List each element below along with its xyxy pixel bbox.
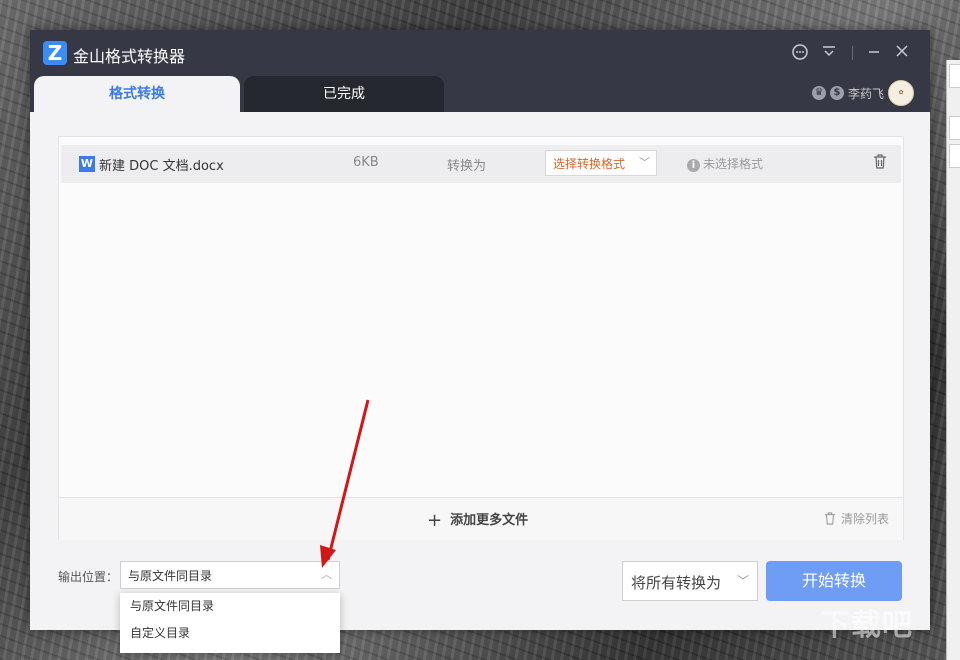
annotation-arrow <box>320 399 370 568</box>
watermark: 下载吧 <box>820 608 913 643</box>
